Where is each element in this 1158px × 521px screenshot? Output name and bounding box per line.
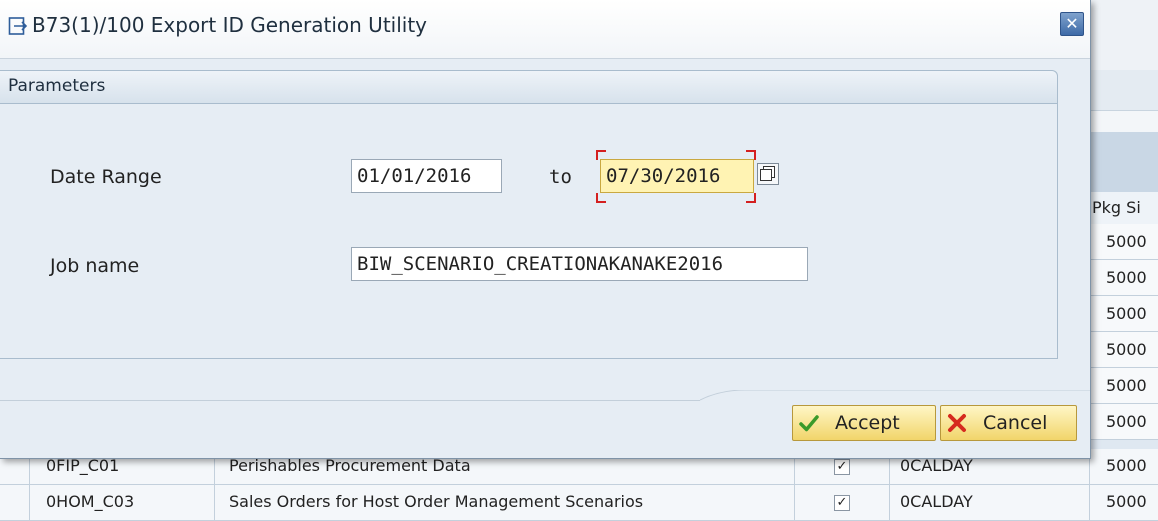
checkbox[interactable]: ✓ xyxy=(834,494,850,511)
job-name-label: Job name xyxy=(50,255,140,277)
row-selector[interactable] xyxy=(0,485,30,521)
parameters-group-title: Parameters xyxy=(8,76,106,96)
cancel-button-label: Cancel xyxy=(983,412,1048,434)
checkbox[interactable]: ✓ xyxy=(834,458,850,475)
background-toolbar-area xyxy=(1090,70,1158,110)
value-help-glyph xyxy=(760,169,772,181)
infocube-id-cell[interactable]: 0HOM_C03 xyxy=(30,485,215,521)
footer-divider-curve xyxy=(700,390,1090,401)
cancel-x-icon xyxy=(948,414,966,432)
time-characteristic-cell[interactable]: 0CALDAY xyxy=(890,485,1090,521)
dialog-titlebar[interactable]: B73(1)/100 Export ID Generation Utility … xyxy=(0,0,1090,59)
required-marker xyxy=(746,150,756,160)
column-header-pkg-size[interactable]: Pkg Si xyxy=(1090,192,1158,225)
parameters-group-header: Parameters xyxy=(0,71,1057,104)
footer-divider xyxy=(0,400,700,401)
date-range-label: Date Range xyxy=(50,166,162,188)
pkg-size-cell[interactable]: 5000 xyxy=(1090,368,1158,404)
dialog-title: B73(1)/100 Export ID Generation Utility xyxy=(32,13,428,37)
value-help-icon[interactable] xyxy=(757,163,779,185)
pkg-size-cell[interactable]: 5000 xyxy=(1090,449,1158,485)
checkbox-cell[interactable]: ✓ xyxy=(795,485,890,521)
parameters-group: Parameters xyxy=(0,70,1058,359)
pkg-size-cell[interactable]: 5000 xyxy=(1090,404,1158,440)
job-name-field[interactable]: BIW_SCENARIO_CREATIONAKANAKE2016 xyxy=(351,247,808,281)
background-title-area xyxy=(1090,0,1158,70)
background-toolbar xyxy=(1090,110,1158,133)
pkg-size-cell[interactable]: 5000 xyxy=(1090,224,1158,260)
pkg-size-cell[interactable]: 5000 xyxy=(1090,296,1158,332)
accept-button-label: Accept xyxy=(835,412,900,434)
background-grid-header xyxy=(1090,132,1158,192)
to-label: to xyxy=(549,166,572,188)
date-to-field[interactable]: 07/30/2016 xyxy=(600,159,754,193)
pkg-size-cell[interactable]: 5000 xyxy=(1090,332,1158,368)
table-row[interactable]: 0HOM_C03 Sales Orders for Host Order Man… xyxy=(0,485,1158,521)
cancel-button[interactable]: Cancel xyxy=(940,405,1077,441)
dialog-window-icon xyxy=(8,17,28,35)
close-icon[interactable]: ✕ xyxy=(1060,12,1084,36)
required-marker xyxy=(596,193,606,203)
required-marker xyxy=(746,193,756,203)
date-from-field[interactable]: 01/01/2016 xyxy=(351,159,502,193)
pkg-size-cell[interactable]: 5000 xyxy=(1090,260,1158,296)
export-id-dialog: B73(1)/100 Export ID Generation Utility … xyxy=(0,0,1091,459)
pkg-size-cell[interactable]: 5000 xyxy=(1090,485,1158,521)
required-marker xyxy=(596,150,606,160)
description-cell[interactable]: Sales Orders for Host Order Management S… xyxy=(215,485,795,521)
checkmark-icon xyxy=(799,415,819,432)
accept-button[interactable]: Accept xyxy=(792,405,936,441)
